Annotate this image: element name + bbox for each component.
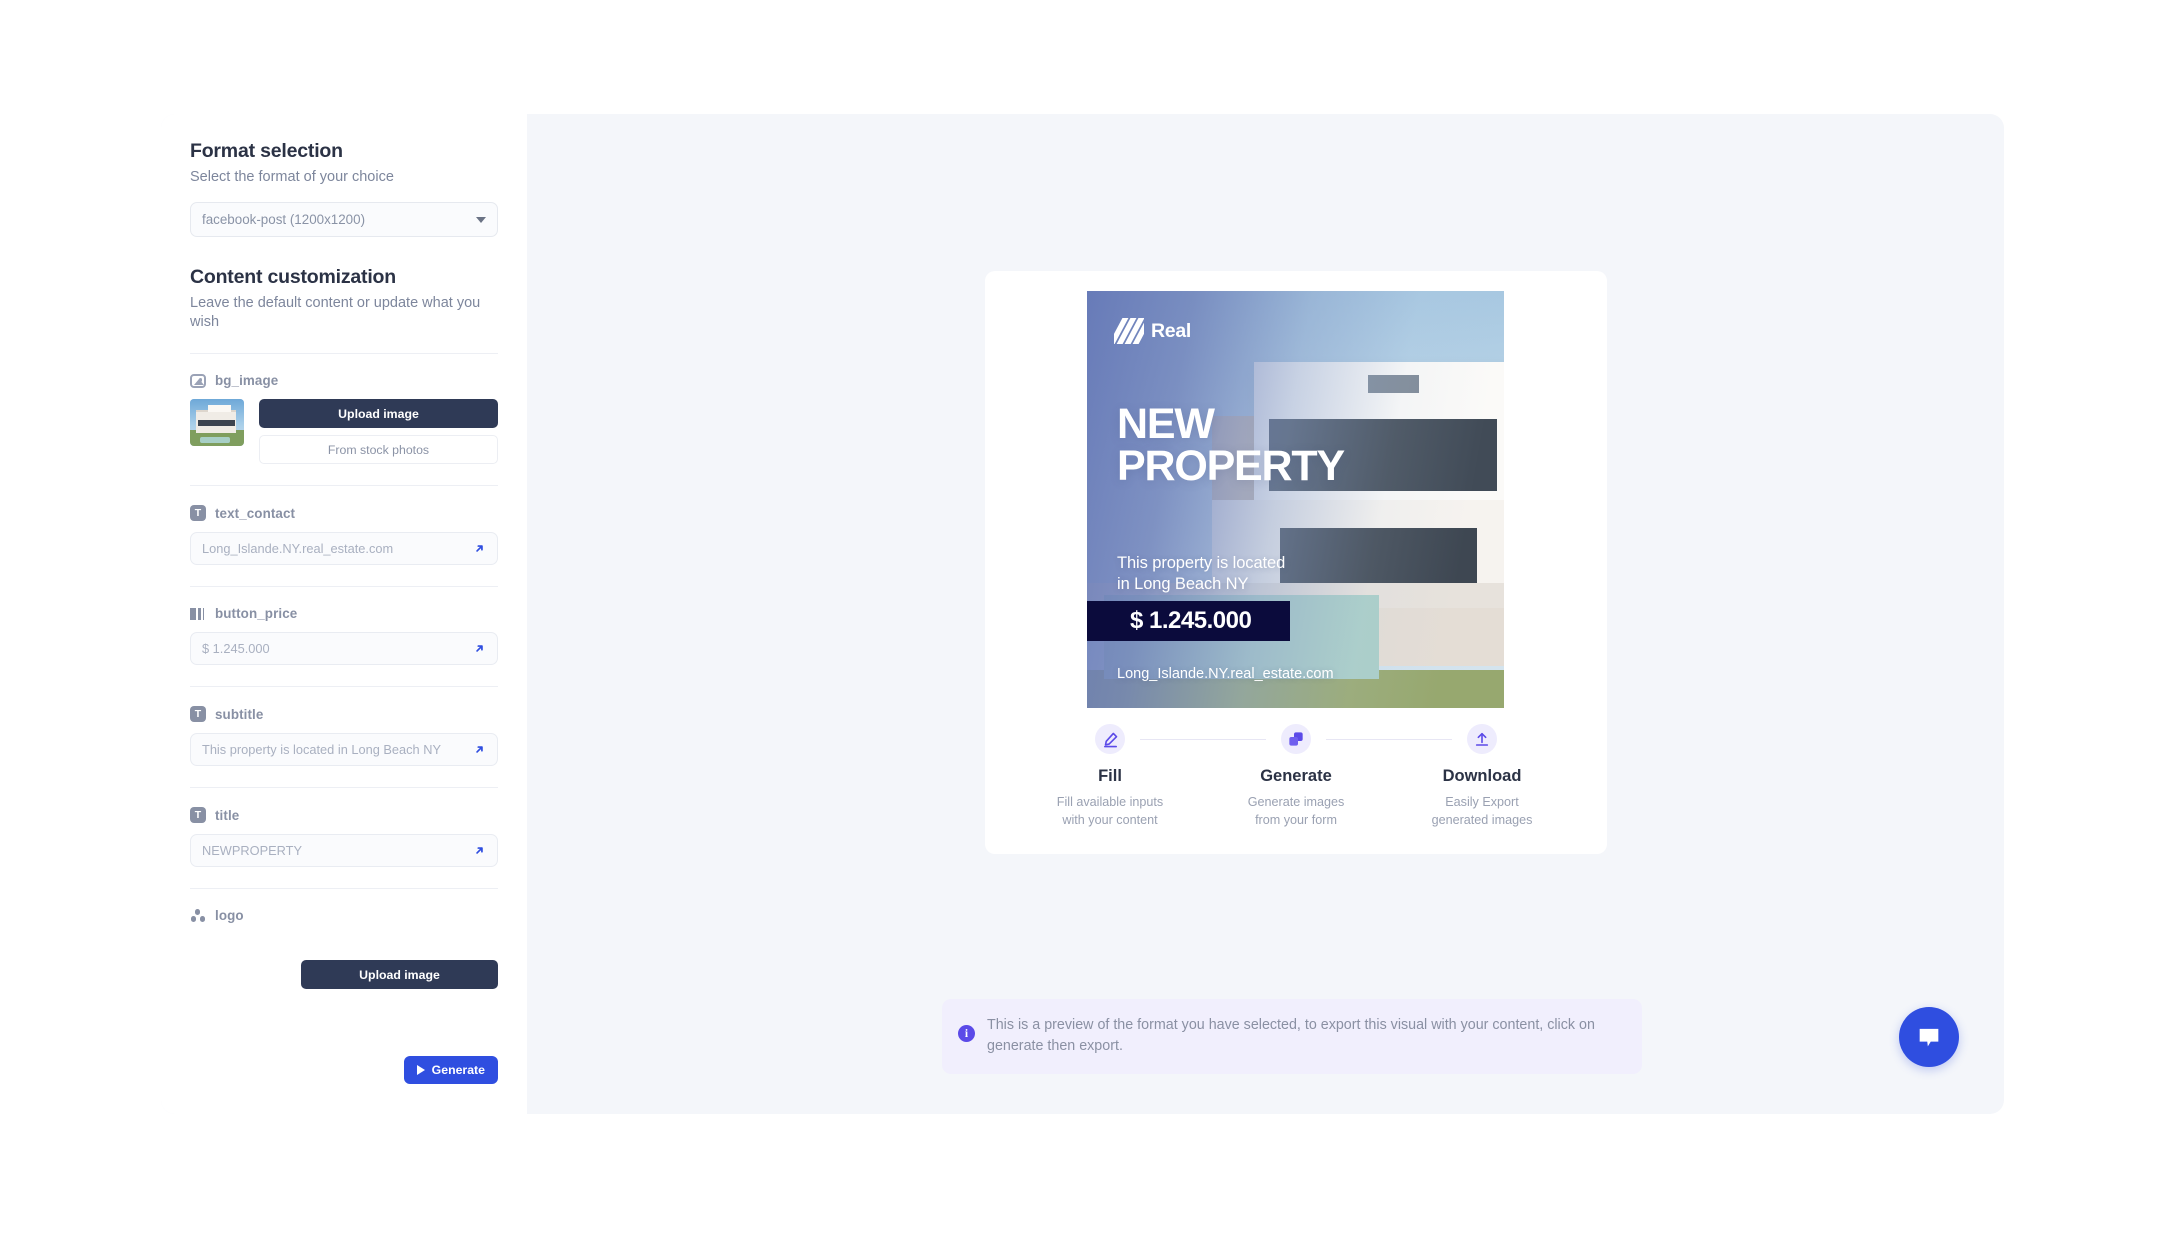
step-connector-line: [1140, 739, 1203, 740]
content-customization-subtitle: Leave the default content or update what…: [190, 295, 481, 331]
field-text-contact: T text_contact Long_Islande.NY.real_esta…: [190, 486, 498, 566]
field-header: T subtitle: [190, 706, 498, 723]
step-description: Easily Export generated images: [1431, 795, 1533, 828]
expand-arrow-icon[interactable]: [473, 844, 486, 857]
field-label: text_contact: [215, 505, 296, 521]
format-select[interactable]: facebook-post (1200x1200): [190, 202, 498, 238]
poster-price-badge: $ 1.245.000: [1087, 601, 1290, 641]
step-fill: Fill Fill available inputs with your con…: [1017, 721, 1203, 830]
upload-icon: [1467, 724, 1497, 754]
expand-arrow-icon[interactable]: [473, 642, 486, 655]
info-banner-text: This is a preview of the format you have…: [987, 1017, 1595, 1055]
dots-icon: [190, 908, 206, 923]
field-label: logo: [215, 908, 244, 924]
step-description: Generate images from your form: [1247, 795, 1345, 828]
text-icon: T: [190, 807, 206, 824]
generate-button[interactable]: Generate: [403, 1056, 498, 1084]
generate-button-label: Generate: [431, 1063, 485, 1077]
text-icon: T: [190, 505, 206, 522]
step-icon-row: [1203, 721, 1389, 757]
step-icon-row: [1389, 721, 1575, 757]
poster-logo: Real: [1114, 318, 1191, 344]
step-connector-line-right: [1326, 739, 1389, 740]
step-connector-line-left: [1203, 739, 1266, 740]
format-selection-title: Format selection: [190, 140, 343, 162]
format-select-value: facebook-post (1200x1200): [202, 212, 366, 228]
poster-preview[interactable]: Real NEW PROPERTY This property is locat…: [1087, 291, 1504, 708]
copy-icon: [1281, 724, 1311, 754]
step-title: Generate: [1260, 767, 1332, 785]
info-icon: i: [958, 1025, 975, 1042]
field-header: T title: [190, 807, 498, 824]
field-header: button_price: [190, 606, 498, 621]
poster-gradient-overlay: [1087, 291, 1504, 708]
app-window: Format selection Select the format of yo…: [161, 114, 2004, 1114]
picture-icon: [190, 374, 206, 389]
field-label: button_price: [215, 606, 298, 622]
field-header: logo: [190, 908, 498, 923]
step-connector-line: [1389, 739, 1452, 740]
field-logo: logo Upload image: [190, 889, 498, 990]
step-generate: Generate Generate images from your form: [1203, 721, 1389, 830]
bg-image-row: Upload image From stock photos: [190, 399, 498, 465]
text-icon: T: [190, 706, 206, 723]
expand-arrow-icon[interactable]: [473, 743, 486, 756]
step-title: Download: [1442, 767, 1522, 785]
upload-image-button[interactable]: Upload image: [259, 399, 498, 429]
field-bg-image: bg_image Upload image From stock photos: [190, 354, 498, 465]
pencil-icon: [1095, 724, 1125, 754]
title-input[interactable]: NEWPROPERTY: [190, 834, 498, 868]
step-icon-row: [1017, 721, 1203, 757]
expand-arrow-icon[interactable]: [473, 542, 486, 555]
poster-contact-url: Long_Islande.NY.real_estate.com: [1117, 666, 1334, 682]
chevron-down-icon: [476, 216, 486, 223]
content-customization-title: Content customization: [190, 266, 396, 289]
format-selection-subtitle: Select the format of your choice: [190, 169, 394, 185]
logo-upload-image-button[interactable]: Upload image: [301, 960, 498, 990]
button-price-input[interactable]: $ 1.245.000: [190, 632, 498, 666]
field-header: bg_image: [190, 373, 498, 389]
step-description: Fill available inputs with your content: [1056, 795, 1164, 828]
field-label: bg_image: [215, 373, 279, 389]
input-value: NEWPROPERTY: [202, 843, 303, 859]
field-subtitle: T subtitle This property is located in L…: [190, 687, 498, 767]
field-button-price: button_price $ 1.245.000: [190, 587, 498, 666]
preview-card: Real NEW PROPERTY This property is locat…: [985, 271, 1607, 854]
chat-bubble-icon: [1919, 1028, 1939, 1047]
main-panel: Real NEW PROPERTY This property is locat…: [527, 114, 2004, 1114]
text-contact-input[interactable]: Long_Islande.NY.real_estate.com: [190, 532, 498, 566]
bg-image-thumbnail[interactable]: [190, 399, 244, 447]
stripes-logo-icon: [1114, 318, 1144, 344]
poster-logo-text: Real: [1151, 319, 1191, 342]
poster-title: NEW PROPERTY: [1117, 400, 1345, 490]
poster-subtitle: This property is located in Long Beach N…: [1117, 554, 1286, 594]
bg-image-buttons: Upload image From stock photos: [259, 399, 498, 465]
from-stock-photos-button[interactable]: From stock photos: [259, 435, 498, 465]
sidebar: Format selection Select the format of yo…: [161, 114, 527, 1114]
field-title: T title NEWPROPERTY: [190, 788, 498, 868]
field-header: T text_contact: [190, 505, 498, 522]
logo-upload-row: Upload image: [190, 934, 498, 990]
input-value: This property is located in Long Beach N…: [202, 742, 442, 758]
subtitle-input[interactable]: This property is located in Long Beach N…: [190, 733, 498, 767]
step-download: Download Easily Export generated images: [1389, 721, 1575, 830]
field-label: title: [215, 807, 240, 823]
step-title: Fill: [1098, 767, 1122, 785]
steps-row: Fill Fill available inputs with your con…: [985, 721, 1607, 830]
button-icon: [190, 607, 206, 621]
play-icon: [416, 1065, 425, 1075]
chat-bubble-button[interactable]: [1899, 1007, 1959, 1067]
input-value: $ 1.245.000: [202, 641, 270, 657]
field-label: subtitle: [215, 706, 264, 722]
input-value: Long_Islande.NY.real_estate.com: [202, 541, 394, 557]
info-banner: i This is a preview of the format you ha…: [942, 999, 1642, 1074]
